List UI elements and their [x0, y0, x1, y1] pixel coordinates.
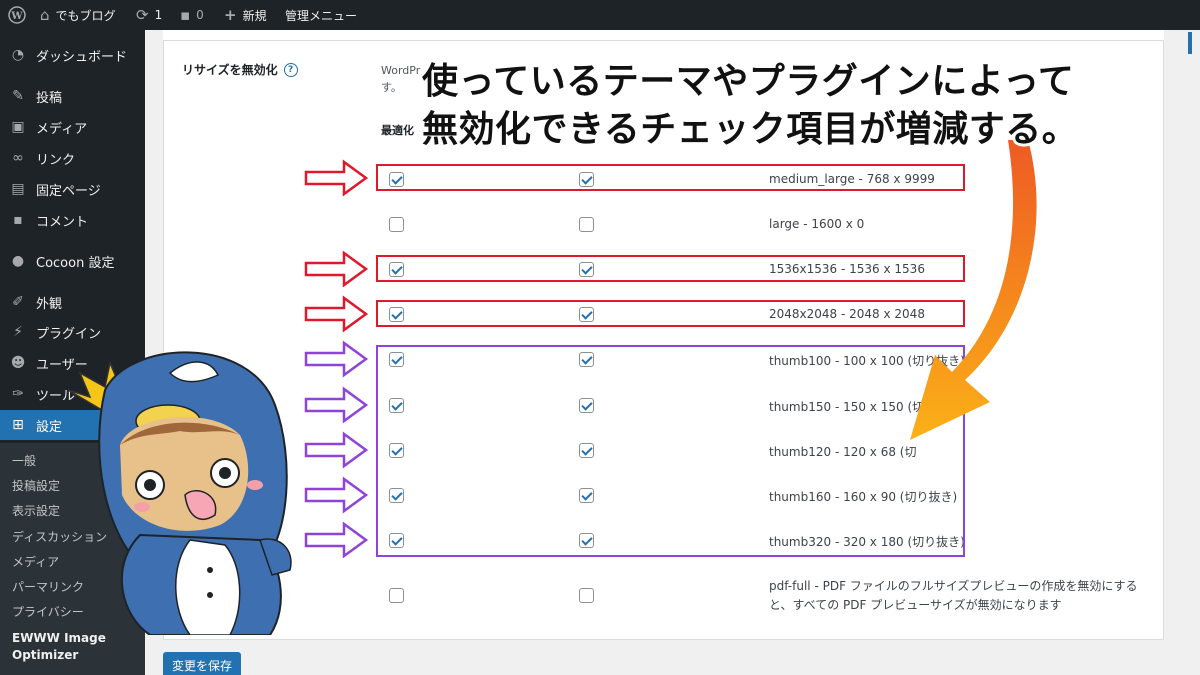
caption-line-2: 無効化できるチェック項目が増減する。	[422, 109, 1079, 150]
submenu-general[interactable]: 一般	[12, 452, 36, 469]
red-arrow-icon	[304, 159, 369, 197]
link-icon: ∞	[12, 150, 24, 166]
purple-arrow-icon	[304, 476, 369, 514]
checkbox-resize[interactable]	[579, 217, 594, 232]
plugin-icon: ⚡	[13, 324, 23, 340]
purple-arrow-icon	[304, 431, 369, 469]
row-label: large - 1600 x 0	[769, 217, 865, 231]
menu-cocoon-settings[interactable]: ● Cocoon 設定	[0, 246, 145, 276]
menu-links[interactable]: ∞ リンク	[0, 143, 145, 173]
wordpress-logo-icon[interactable]: W	[8, 0, 26, 30]
menu-pages[interactable]: ▤ 固定ページ	[0, 174, 145, 204]
menu-appearance[interactable]: ✐ 外観	[0, 287, 145, 317]
settings-icon: ⊞	[12, 417, 24, 433]
wrench-icon: ✑	[12, 386, 24, 402]
refresh-icon: ⟳	[136, 6, 149, 24]
menu-dashboard[interactable]: ◔ ダッシュボード	[0, 40, 145, 70]
circle-icon: ●	[11, 253, 25, 269]
caption-line-1: 使っているテーマやプラグインによって	[422, 61, 1075, 102]
highlight-box-purple	[376, 345, 965, 557]
dashboard-icon: ◔	[11, 47, 25, 63]
field-label: リサイズを無効化 ?	[182, 61, 298, 78]
comments-link[interactable]: ▪ 0	[180, 0, 204, 30]
highlight-box-red	[376, 255, 965, 282]
pointer-arrows	[304, 159, 369, 558]
plus-icon: +	[224, 6, 237, 24]
curved-orange-arrow	[910, 140, 1037, 440]
row-label: pdf-full - PDF ファイルのフルサイズプレビューの作成を無効にすると…	[769, 579, 1138, 612]
scrollbar-indicator[interactable]	[1188, 32, 1192, 54]
submenu-ewww[interactable]: EWWW Image Optimizer	[12, 630, 106, 664]
red-arrow-icon	[304, 295, 369, 333]
pin-icon: ✎	[12, 88, 24, 104]
highlight-box-red	[376, 164, 965, 191]
column-heading: 最適化	[381, 124, 414, 137]
panel-top	[163, 30, 1164, 40]
new-content-link[interactable]: + 新規	[224, 0, 267, 30]
purple-arrow-icon	[304, 386, 369, 424]
site-name-link[interactable]: ⌂ でもブログ	[40, 0, 116, 30]
menu-media[interactable]: ▣ メディア	[0, 112, 145, 142]
menu-posts[interactable]: ✎ 投稿	[0, 81, 145, 111]
admin-menu-link[interactable]: 管理メニュー	[285, 0, 357, 30]
updates-link[interactable]: ⟳ 1	[136, 0, 162, 30]
media-icon: ▣	[11, 119, 25, 135]
help-icon[interactable]: ?	[283, 62, 298, 77]
user-icon: ☻	[10, 355, 26, 371]
comment-icon: ▪	[13, 212, 23, 228]
brush-icon: ✐	[12, 294, 24, 310]
checkbox-optimize[interactable]	[389, 588, 404, 603]
svg-text:W: W	[10, 11, 23, 22]
page-icon: ▤	[11, 181, 25, 197]
checkbox-resize[interactable]	[579, 588, 594, 603]
save-changes-button[interactable]: 変更を保存	[163, 652, 241, 675]
red-arrow-icon	[304, 250, 369, 288]
checkbox-optimize[interactable]	[389, 217, 404, 232]
highlight-box-red	[376, 300, 965, 327]
penguin-costume-character	[67, 351, 292, 635]
menu-comments[interactable]: ▪ コメント	[0, 205, 145, 235]
home-icon: ⌂	[40, 6, 50, 24]
admin-bar: W ⌂ でもブログ ⟳ 1 ▪ 0 + 新規 管理メニュー	[0, 0, 1200, 30]
purple-arrow-icon	[304, 521, 369, 558]
purple-arrow-icon	[304, 340, 369, 378]
comment-bubble-icon: ▪	[180, 6, 191, 24]
